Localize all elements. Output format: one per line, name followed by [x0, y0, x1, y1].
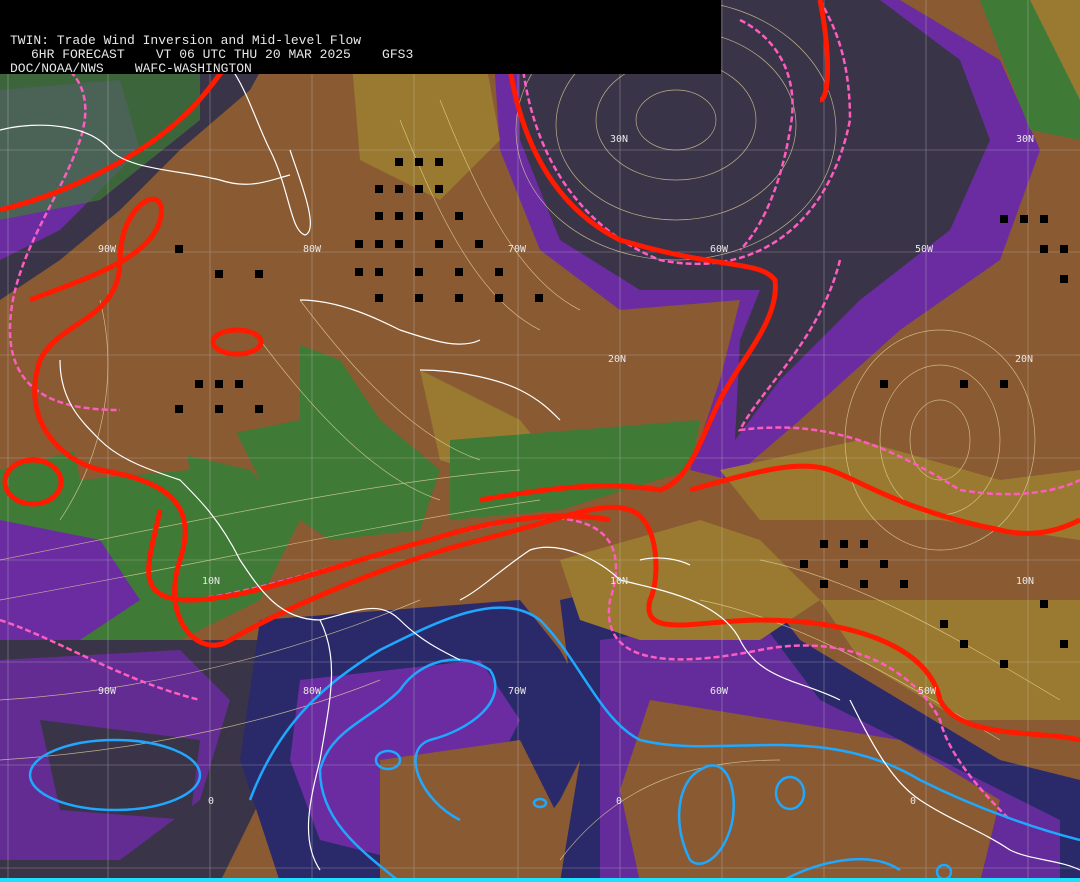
header-line-forecast: 6HR FORECAST VT 06 UTC THU 20 MAR 2025 G…	[31, 47, 414, 62]
lat-label-20n-east: 20N	[1015, 354, 1033, 365]
lat-label-30n-east: 30N	[1016, 134, 1034, 145]
lon-label-50w-bottom: 50W	[918, 686, 937, 697]
lon-label-60w-top: 60W	[710, 244, 729, 255]
lon-label-70w-bottom: 70W	[508, 686, 527, 697]
lat-label-30n: 30N	[610, 134, 628, 145]
equator-label-east: 0	[910, 796, 916, 807]
lat-label-20n: 20N	[608, 354, 626, 365]
lon-label-80w-bottom: 80W	[303, 686, 322, 697]
lat-label-10n: 10N	[610, 576, 628, 587]
lon-label-80w-top: 80W	[303, 244, 322, 255]
lon-label-50w-top: 50W	[915, 244, 934, 255]
lon-label-90w-top: 90W	[98, 244, 117, 255]
twin-forecast-map: 30N 30N 20N 20N 10N 10N 10N 90W 80W 70W …	[0, 0, 1080, 882]
header-line-title: TWIN: Trade Wind Inversion and Mid-level…	[10, 33, 362, 48]
header-line-agency: DOC/NOAA/NWS WAFC-WASHINGTON	[10, 61, 252, 76]
bottom-edge-bar	[0, 878, 1080, 882]
lon-label-60w-bottom: 60W	[710, 686, 729, 697]
lon-label-70w-top: 70W	[508, 244, 527, 255]
lat-label-10n-west: 10N	[202, 576, 220, 587]
equator-label-center: 0	[616, 796, 622, 807]
title-header: TWIN: Trade Wind Inversion and Mid-level…	[0, 0, 721, 76]
lat-label-10n-east: 10N	[1016, 576, 1034, 587]
lon-label-90w-bottom: 90W	[98, 686, 117, 697]
equator-label-west: 0	[208, 796, 214, 807]
